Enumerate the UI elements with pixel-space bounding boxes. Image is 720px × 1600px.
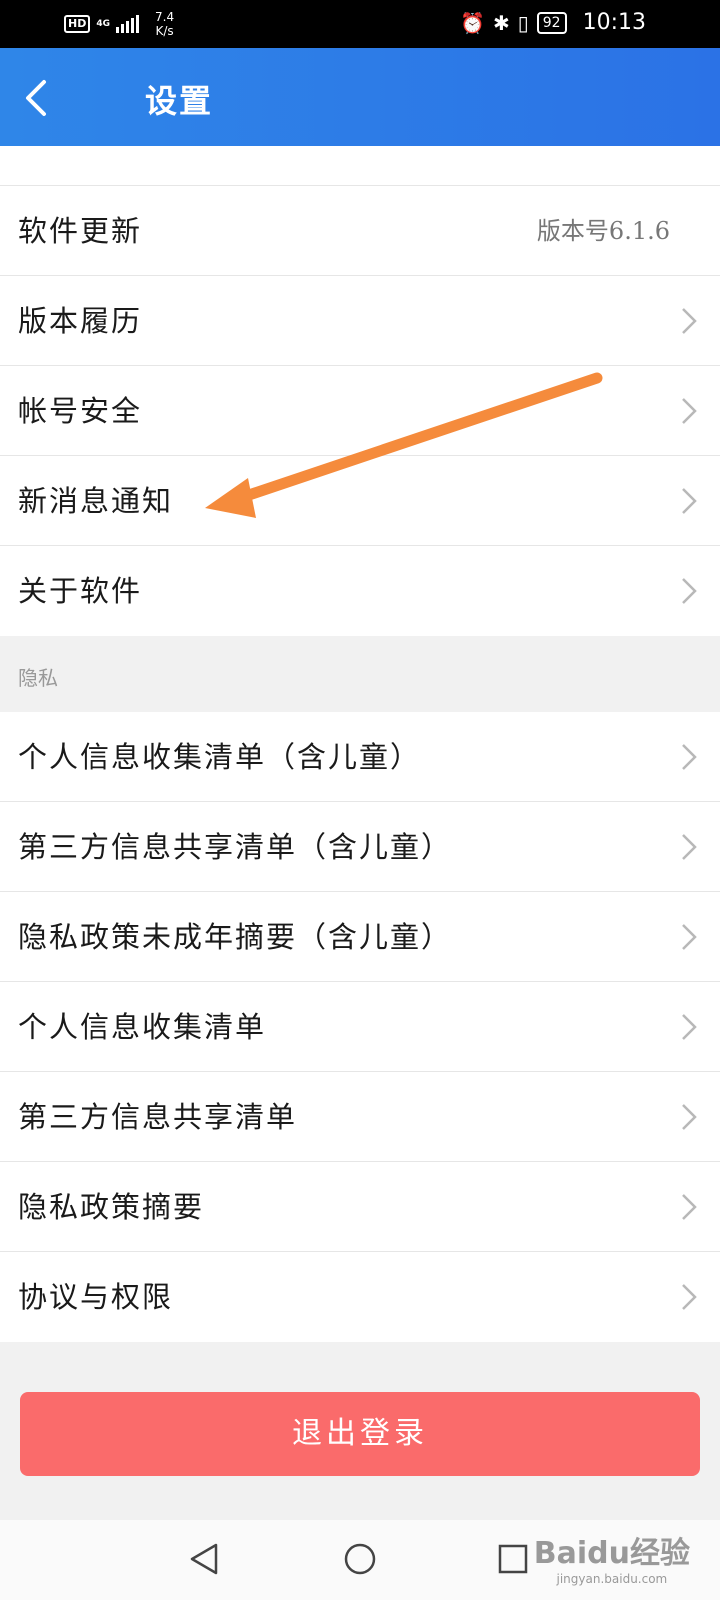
privacy-item-personal-info-children[interactable]: 个人信息收集清单（含儿童） [0, 712, 720, 802]
chevron-right-icon [682, 1284, 697, 1310]
privacy-item-label: 第三方信息共享清单（含儿童） [18, 830, 453, 864]
chevron-right-icon [682, 834, 697, 860]
settings-item-clear-cache[interactable]: 清除缓存 [0, 146, 720, 186]
status-bar: HD 4G 7.4 K/s ⏰ ✱ ▯ 92 10:13 [0, 0, 720, 48]
settings-item-label: 关于软件 [18, 574, 143, 608]
settings-item-label: 新消息通知 [18, 484, 174, 518]
status-right: ⏰ ✱ ▯ 92 10:13 [460, 10, 646, 35]
privacy-item-label: 第三方信息共享清单 [18, 1100, 298, 1134]
signal-icon [116, 15, 139, 33]
settings-item-label: 软件更新 [18, 214, 143, 248]
chevron-right-icon [682, 308, 697, 334]
privacy-item-personal-info[interactable]: 个人信息收集清单 [0, 982, 720, 1072]
settings-item-new-message-notification[interactable]: 新消息通知 [0, 456, 720, 546]
privacy-item-label: 个人信息收集清单（含儿童） [18, 740, 422, 774]
settings-item-account-security[interactable]: 帐号安全 [0, 366, 720, 456]
chevron-right-icon [682, 1014, 697, 1040]
privacy-item-label: 个人信息收集清单 [18, 1010, 267, 1044]
chevron-right-icon [682, 398, 697, 424]
chevron-right-icon [682, 488, 697, 514]
chevron-right-icon [682, 1194, 697, 1220]
privacy-item-agreement-permissions[interactable]: 协议与权限 [0, 1252, 720, 1342]
back-arrow-icon[interactable] [22, 78, 52, 118]
privacy-item-third-party[interactable]: 第三方信息共享清单 [0, 1072, 720, 1162]
network-speed: 7.4 K/s [155, 10, 174, 38]
section-header-label: 隐私 [18, 666, 58, 690]
settings-item-software-update[interactable]: 软件更新 版本号6.1.6 [0, 186, 720, 276]
settings-item-label: 版本履历 [18, 304, 143, 338]
settings-list: 清除缓存 软件更新 版本号6.1.6 版本履历 帐号安全 新消息通知 关于软件 [0, 146, 720, 636]
privacy-item-third-party-children[interactable]: 第三方信息共享清单（含儿童） [0, 802, 720, 892]
version-value: 版本号6.1.6 [536, 217, 670, 245]
battery-indicator: 92 [536, 11, 567, 34]
hd-badge: HD [64, 15, 91, 33]
logout-button[interactable]: 退出登录 [20, 1392, 700, 1476]
logout-area: 退出登录 [0, 1346, 720, 1520]
chevron-right-icon [682, 1104, 697, 1130]
nav-back-icon[interactable] [188, 1542, 220, 1576]
chevron-right-icon [682, 924, 697, 950]
nav-recents-icon[interactable] [497, 1543, 529, 1575]
settings-item-label: 清除缓存 [18, 146, 142, 178]
privacy-item-minor-summary[interactable]: 隐私政策未成年摘要（含儿童） [0, 892, 720, 982]
settings-item-about[interactable]: 关于软件 [0, 546, 720, 636]
bluetooth-icon: ✱ [492, 10, 510, 35]
watermark-logo-text: Baidu经验 [533, 1536, 690, 1571]
alarm-icon: ⏰ [460, 10, 485, 35]
nav-home-icon[interactable] [343, 1542, 377, 1576]
chevron-right-icon [682, 578, 697, 604]
vibrate-icon: ▯ [517, 10, 529, 35]
page-title: 设置 [145, 82, 214, 120]
speed-unit: K/s [155, 24, 174, 38]
watermark-url: jingyan.baidu.com [556, 1572, 668, 1586]
watermark-logo: Baidu经验 jingyan.baidu.com [534, 1528, 690, 1586]
network-type: 4G [96, 19, 110, 29]
status-time: 10:13 [582, 10, 646, 35]
privacy-list: 个人信息收集清单（含儿童） 第三方信息共享清单（含儿童） 隐私政策未成年摘要（含… [0, 712, 720, 1342]
privacy-item-label: 协议与权限 [18, 1280, 174, 1314]
privacy-item-policy-summary[interactable]: 隐私政策摘要 [0, 1162, 720, 1252]
header-bar: 设置 [0, 48, 720, 146]
speed-value: 7.4 [155, 10, 175, 24]
privacy-item-label: 隐私政策未成年摘要（含儿童） [18, 920, 453, 954]
chevron-right-icon [682, 744, 697, 770]
settings-item-label: 帐号安全 [18, 394, 143, 428]
privacy-item-label: 隐私政策摘要 [18, 1190, 205, 1224]
privacy-section-header: 隐私 [0, 642, 720, 712]
status-left: HD 4G 7.4 K/s [64, 10, 174, 38]
settings-item-version-history[interactable]: 版本履历 [0, 276, 720, 366]
